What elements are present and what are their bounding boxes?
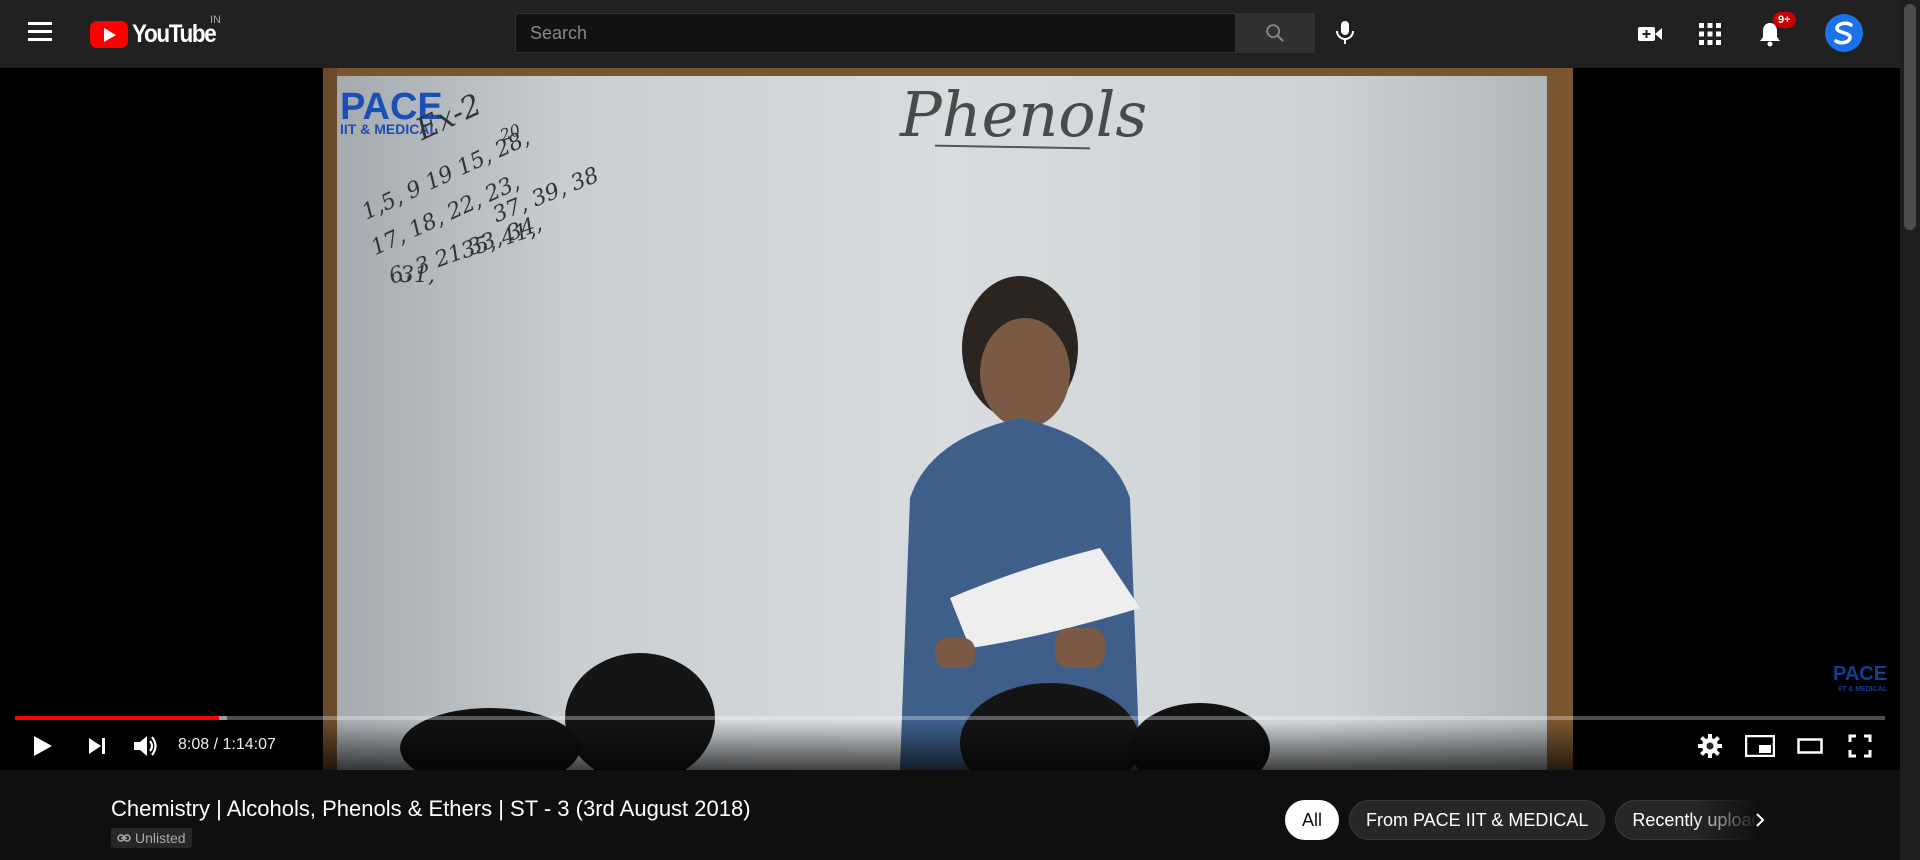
video-watermark[interactable]: PACE IIT & MEDICAL bbox=[1833, 663, 1887, 693]
avatar[interactable] bbox=[1825, 14, 1863, 52]
next-button[interactable] bbox=[79, 728, 115, 764]
theater-mode-button[interactable] bbox=[1792, 728, 1828, 764]
notification-badge: 9+ bbox=[1773, 12, 1796, 28]
current-time: 8:08 bbox=[178, 736, 210, 753]
volume-icon bbox=[134, 736, 157, 756]
play-icon bbox=[34, 736, 52, 756]
filter-chips: All From PACE IIT & MEDICAL Recently upl… bbox=[1285, 800, 1755, 840]
link-icon bbox=[117, 834, 131, 842]
video-title: Chemistry | Alcohols, Phenols & Ethers |… bbox=[111, 796, 751, 821]
chip-from-channel[interactable]: From PACE IIT & MEDICAL bbox=[1349, 800, 1606, 840]
time-separator: / bbox=[209, 736, 223, 753]
voice-search-button[interactable] bbox=[1330, 17, 1360, 49]
page-scrollbar[interactable] bbox=[1900, 0, 1920, 860]
time-display: 8:08 / 1:14:07 bbox=[178, 736, 276, 754]
progress-bar[interactable] bbox=[15, 716, 1885, 720]
miniplayer-icon bbox=[1745, 735, 1775, 757]
scrollbar-thumb[interactable] bbox=[1904, 4, 1916, 230]
menu-icon[interactable] bbox=[28, 22, 56, 46]
board-heading: Phenols bbox=[900, 78, 1148, 151]
create-button[interactable] bbox=[1634, 18, 1666, 50]
visibility-label: Unlisted bbox=[135, 830, 186, 846]
next-icon bbox=[89, 738, 105, 754]
board-frame-left bbox=[323, 68, 337, 770]
watermark-sub: IIT & MEDICAL bbox=[1838, 686, 1888, 693]
search-bar bbox=[515, 13, 1315, 53]
progress-played bbox=[15, 716, 220, 720]
chevron-right-icon bbox=[1756, 813, 1765, 827]
mute-button[interactable] bbox=[128, 728, 164, 764]
youtube-logo[interactable]: YouTube IN bbox=[90, 14, 225, 49]
settings-icon bbox=[1698, 734, 1722, 758]
video-player[interactable]: PACE IIT & MEDICAL Phenols Ex-2 20 1,5, 9… bbox=[0, 68, 1900, 770]
apps-button[interactable] bbox=[1694, 18, 1726, 50]
apps-grid-icon bbox=[1699, 23, 1721, 45]
play-button[interactable] bbox=[24, 728, 60, 764]
masthead: YouTube IN 9+ bbox=[0, 0, 1900, 68]
board-frame-right bbox=[1547, 68, 1573, 770]
chips-next-button[interactable] bbox=[1745, 800, 1775, 840]
fullscreen-icon bbox=[1848, 734, 1872, 758]
visibility-badge: Unlisted bbox=[111, 828, 192, 848]
settings-button[interactable] bbox=[1692, 728, 1728, 764]
logo-text: YouTube bbox=[132, 20, 217, 48]
mic-icon bbox=[1336, 21, 1354, 44]
youtube-logo-icon bbox=[90, 21, 128, 48]
board-frame-top bbox=[323, 68, 1573, 76]
player-controls: 8:08 / 1:14:07 bbox=[0, 722, 1900, 770]
fullscreen-button[interactable] bbox=[1842, 728, 1878, 764]
miniplayer-button[interactable] bbox=[1742, 728, 1778, 764]
board-scribble: 31, bbox=[400, 263, 435, 288]
search-icon bbox=[1266, 24, 1284, 42]
theater-icon bbox=[1797, 738, 1823, 754]
avatar-logo-icon bbox=[1834, 21, 1853, 45]
search-input[interactable] bbox=[515, 13, 1235, 53]
chip-all[interactable]: All bbox=[1285, 800, 1340, 840]
create-video-icon bbox=[1638, 27, 1662, 41]
duration: 1:14:07 bbox=[222, 736, 276, 753]
search-button[interactable] bbox=[1235, 13, 1315, 53]
below-player: Chemistry | Alcohols, Phenols & Ethers |… bbox=[0, 770, 1900, 860]
country-code: IN bbox=[210, 14, 221, 26]
watermark-text: PACE bbox=[1833, 663, 1888, 685]
